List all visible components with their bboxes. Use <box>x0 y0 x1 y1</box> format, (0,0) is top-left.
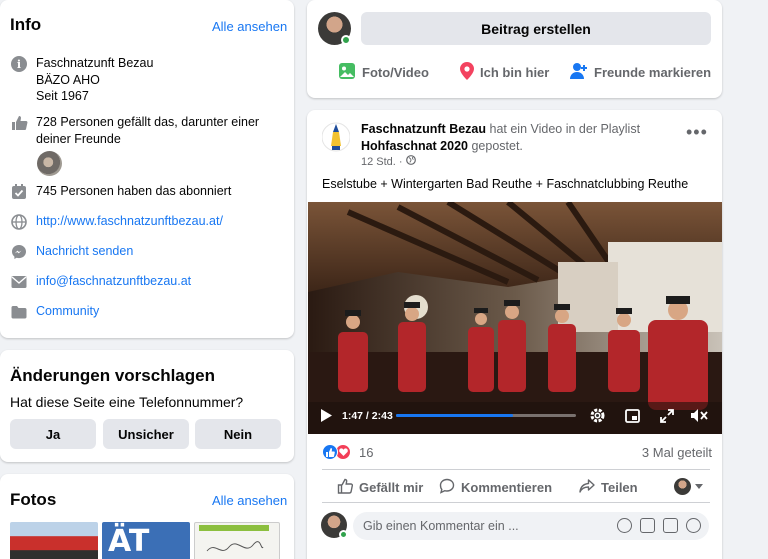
likes-row: 728 Personen gefällt das, darunter einer… <box>10 114 290 147</box>
thumbs-up-icon <box>10 114 28 132</box>
post-playlist-link[interactable]: Hohfaschnat 2020 <box>361 139 468 153</box>
comment-label: Kommentieren <box>461 479 553 495</box>
like-button[interactable]: Gefällt mir <box>337 478 423 496</box>
website-link[interactable]: http://www.faschnatzunftbezau.at/ <box>36 213 223 230</box>
reaction-count[interactable]: 16 <box>359 445 373 460</box>
comment-input[interactable]: Gib einen Kommentar ein ... <box>353 512 709 540</box>
tag-friends-label: Freunde markieren <box>594 65 712 80</box>
unsure-button[interactable]: Unsicher <box>103 419 189 449</box>
online-indicator <box>341 35 351 45</box>
photo-icon <box>338 62 356 83</box>
comment-button[interactable]: Kommentieren <box>439 478 552 496</box>
photo-thumbnail-1[interactable] <box>10 522 98 559</box>
video-time: 1:47 / 2:43 <box>342 410 393 422</box>
gif-icon[interactable] <box>663 518 678 533</box>
email-row[interactable]: info@faschnatzunftbezau.at <box>10 273 290 291</box>
checkin-label: Ich bin hier <box>480 65 550 80</box>
messenger-icon <box>10 243 28 261</box>
info-see-all-link[interactable]: Alle ansehen <box>212 19 287 34</box>
yes-button[interactable]: Ja <box>10 419 96 449</box>
photo-thumbnail-2-text: ÄT <box>108 524 150 559</box>
message-row[interactable]: Nachricht senden <box>10 243 290 261</box>
likes-text: 728 Personen gefällt das, darunter einer… <box>36 115 260 146</box>
camera-icon[interactable] <box>640 518 655 533</box>
about-row: i Faschnatzunft Bezau BÄZO AHO Seit 1967 <box>10 55 290 105</box>
more-options-icon[interactable]: ••• <box>686 123 708 141</box>
info-icon: i <box>10 55 28 73</box>
folder-icon <box>10 303 28 321</box>
create-post-button[interactable]: Beitrag erstellen <box>361 12 711 45</box>
post-meta: 12 Std. · <box>361 155 416 168</box>
video-progress-track[interactable] <box>396 414 576 417</box>
info-title: Info <box>10 15 42 34</box>
suggest-question: Hat diese Seite eine Telefonnummer? <box>10 394 244 410</box>
play-button[interactable] <box>320 409 332 427</box>
sticker-icon[interactable] <box>686 518 701 533</box>
send-message-link[interactable]: Nachricht senden <box>36 243 133 260</box>
photos-see-all-link[interactable]: Alle ansehen <box>212 493 287 508</box>
website-row[interactable]: http://www.faschnatzunftbezau.at/ <box>10 213 290 231</box>
mini-player-icon[interactable] <box>625 409 640 428</box>
fullscreen-icon[interactable] <box>660 409 674 428</box>
shares-count[interactable]: 3 Mal geteilt <box>642 445 712 460</box>
post-text: Eselstube + Wintergarten Bad Reuthe + Fa… <box>322 177 689 191</box>
checkin-button[interactable]: Ich bin hier <box>460 62 549 83</box>
location-pin-icon <box>460 62 474 83</box>
comment-bubble-icon <box>439 478 455 497</box>
like-reaction-icon[interactable] <box>322 444 338 460</box>
video-progress-fill <box>396 414 513 417</box>
selector-avatar <box>674 478 691 495</box>
category-link[interactable]: Community <box>36 303 99 320</box>
suggest-title: Änderungen vorschlagen <box>10 366 215 385</box>
no-button[interactable]: Nein <box>195 419 281 449</box>
photo-video-label: Foto/Video <box>362 65 429 80</box>
tag-person-icon <box>570 62 588 83</box>
share-label: Teilen <box>601 479 638 495</box>
page-logo[interactable] <box>321 120 351 154</box>
email-link[interactable]: info@faschnatzunftbezau.at <box>36 273 191 290</box>
followers-row: 745 Personen haben das abonniert <box>10 183 290 201</box>
volume-muted-icon[interactable] <box>690 408 708 428</box>
post-header: Faschnatzunft Bezau hat ein Video in der… <box>361 121 661 155</box>
category-row[interactable]: Community <box>10 303 290 321</box>
globe-privacy-icon <box>405 155 416 168</box>
post-page-name[interactable]: Faschnatzunft Bezau <box>361 122 486 136</box>
post-posted-text: gepostet. <box>471 139 523 153</box>
reaction-summary: 16 3 Mal geteilt <box>322 442 712 462</box>
caret-down-icon <box>695 484 703 489</box>
tag-friends-button[interactable]: Freunde markieren <box>570 62 711 83</box>
photos-title: Fotos <box>10 490 57 509</box>
share-arrow-icon <box>579 478 595 497</box>
audience-selector[interactable] <box>674 478 703 495</box>
envelope-icon <box>10 273 28 291</box>
thumbs-up-outline-icon <box>337 478 354 497</box>
share-button[interactable]: Teilen <box>579 478 638 496</box>
settings-gear-icon[interactable] <box>589 407 606 429</box>
actions-divider <box>322 502 710 503</box>
followers-text: 745 Personen haben das abonniert <box>36 184 232 198</box>
like-label: Gefällt mir <box>359 479 424 495</box>
photo-thumbnail-3[interactable] <box>194 522 280 559</box>
post-time[interactable]: 12 Std. · <box>361 156 403 168</box>
about-name: Faschnatzunft Bezau <box>36 56 154 70</box>
commenter-online-indicator <box>339 530 348 539</box>
comment-placeholder: Gib einen Kommentar ein ... <box>363 519 519 533</box>
friend-avatar[interactable] <box>37 151 62 176</box>
emoji-icon[interactable] <box>617 518 632 533</box>
check-box-icon <box>10 183 28 201</box>
reaction-divider <box>322 469 710 470</box>
video-player[interactable]: 1:47 / 2:43 <box>308 202 722 434</box>
post-action-text: hat ein Video in der Playlist <box>489 122 641 136</box>
globe-icon <box>10 213 28 231</box>
video-frame <box>308 202 722 434</box>
about-motto: BÄZO AHO <box>36 72 100 87</box>
photo-thumbnail-2[interactable]: ÄT <box>102 522 190 559</box>
photo-video-button[interactable]: Foto/Video <box>338 62 429 83</box>
about-since: Seit 1967 <box>36 89 89 103</box>
